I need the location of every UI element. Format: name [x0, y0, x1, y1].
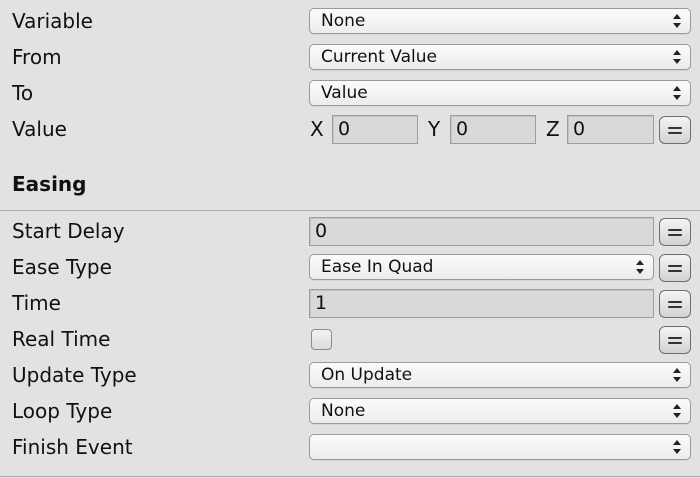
value-x-field[interactable]: 0 — [332, 115, 418, 144]
from-dropdown[interactable]: Current Value — [309, 44, 691, 70]
from-label: From — [12, 45, 62, 69]
time-variable-toggle-button[interactable] — [659, 290, 691, 318]
bottom-divider — [0, 476, 700, 477]
from-row: From Current Value — [0, 39, 700, 75]
variable-dropdown[interactable]: None — [309, 8, 691, 34]
ease-type-value: Ease In Quad — [321, 257, 434, 277]
time-label: Time — [12, 291, 61, 315]
finish-event-dropdown[interactable] — [309, 434, 691, 460]
dropdown-arrows-icon — [673, 367, 681, 383]
x-axis-label: X — [310, 117, 324, 141]
start-delay-row: Start Delay 0 — [0, 213, 700, 249]
loop-type-value: None — [321, 401, 366, 421]
section-divider — [0, 210, 700, 211]
ease-type-variable-toggle-button[interactable] — [659, 254, 691, 282]
variable-value: None — [321, 11, 366, 31]
update-type-dropdown[interactable]: On Update — [309, 362, 691, 388]
loop-type-label: Loop Type — [12, 399, 113, 423]
value-variable-toggle-button[interactable] — [659, 116, 691, 144]
value-z-field[interactable]: 0 — [567, 115, 654, 144]
update-type-label: Update Type — [12, 363, 137, 387]
dropdown-arrows-icon — [636, 259, 644, 275]
start-delay-variable-toggle-button[interactable] — [659, 218, 691, 246]
z-axis-label: Z — [546, 117, 560, 141]
time-field[interactable]: 1 — [309, 289, 654, 318]
real-time-label: Real Time — [12, 327, 111, 351]
variable-row: Variable None — [0, 3, 700, 39]
update-type-value: On Update — [321, 365, 413, 385]
dropdown-arrows-icon — [673, 85, 681, 101]
dropdown-arrows-icon — [673, 403, 681, 419]
to-value: Value — [321, 83, 368, 103]
time-row: Time 1 — [0, 285, 700, 321]
value-label: Value — [12, 117, 67, 141]
easing-section-title: Easing — [12, 172, 87, 196]
real-time-row: Real Time — [0, 321, 700, 357]
start-delay-label: Start Delay — [12, 219, 125, 243]
from-value: Current Value — [321, 47, 437, 67]
to-label: To — [12, 81, 34, 105]
finish-event-row: Finish Event — [0, 429, 700, 465]
ease-type-row: Ease Type Ease In Quad — [0, 249, 700, 285]
dropdown-arrows-icon — [673, 13, 681, 29]
ease-type-dropdown[interactable]: Ease In Quad — [309, 254, 654, 280]
variable-label: Variable — [12, 9, 93, 33]
y-axis-label: Y — [428, 117, 441, 141]
ease-type-label: Ease Type — [12, 255, 112, 279]
value-y-field[interactable]: 0 — [450, 115, 536, 144]
dropdown-arrows-icon — [673, 49, 681, 65]
loop-type-row: Loop Type None — [0, 393, 700, 429]
update-type-row: Update Type On Update — [0, 357, 700, 393]
real-time-variable-toggle-button[interactable] — [659, 326, 691, 354]
to-dropdown[interactable]: Value — [309, 80, 691, 106]
to-row: To Value — [0, 75, 700, 111]
start-delay-field[interactable]: 0 — [309, 217, 654, 246]
value-row: Value X 0 Y 0 Z 0 — [0, 111, 700, 147]
loop-type-dropdown[interactable]: None — [309, 398, 691, 424]
finish-event-label: Finish Event — [12, 435, 133, 459]
real-time-checkbox[interactable] — [311, 329, 332, 350]
dropdown-arrows-icon — [673, 439, 681, 455]
